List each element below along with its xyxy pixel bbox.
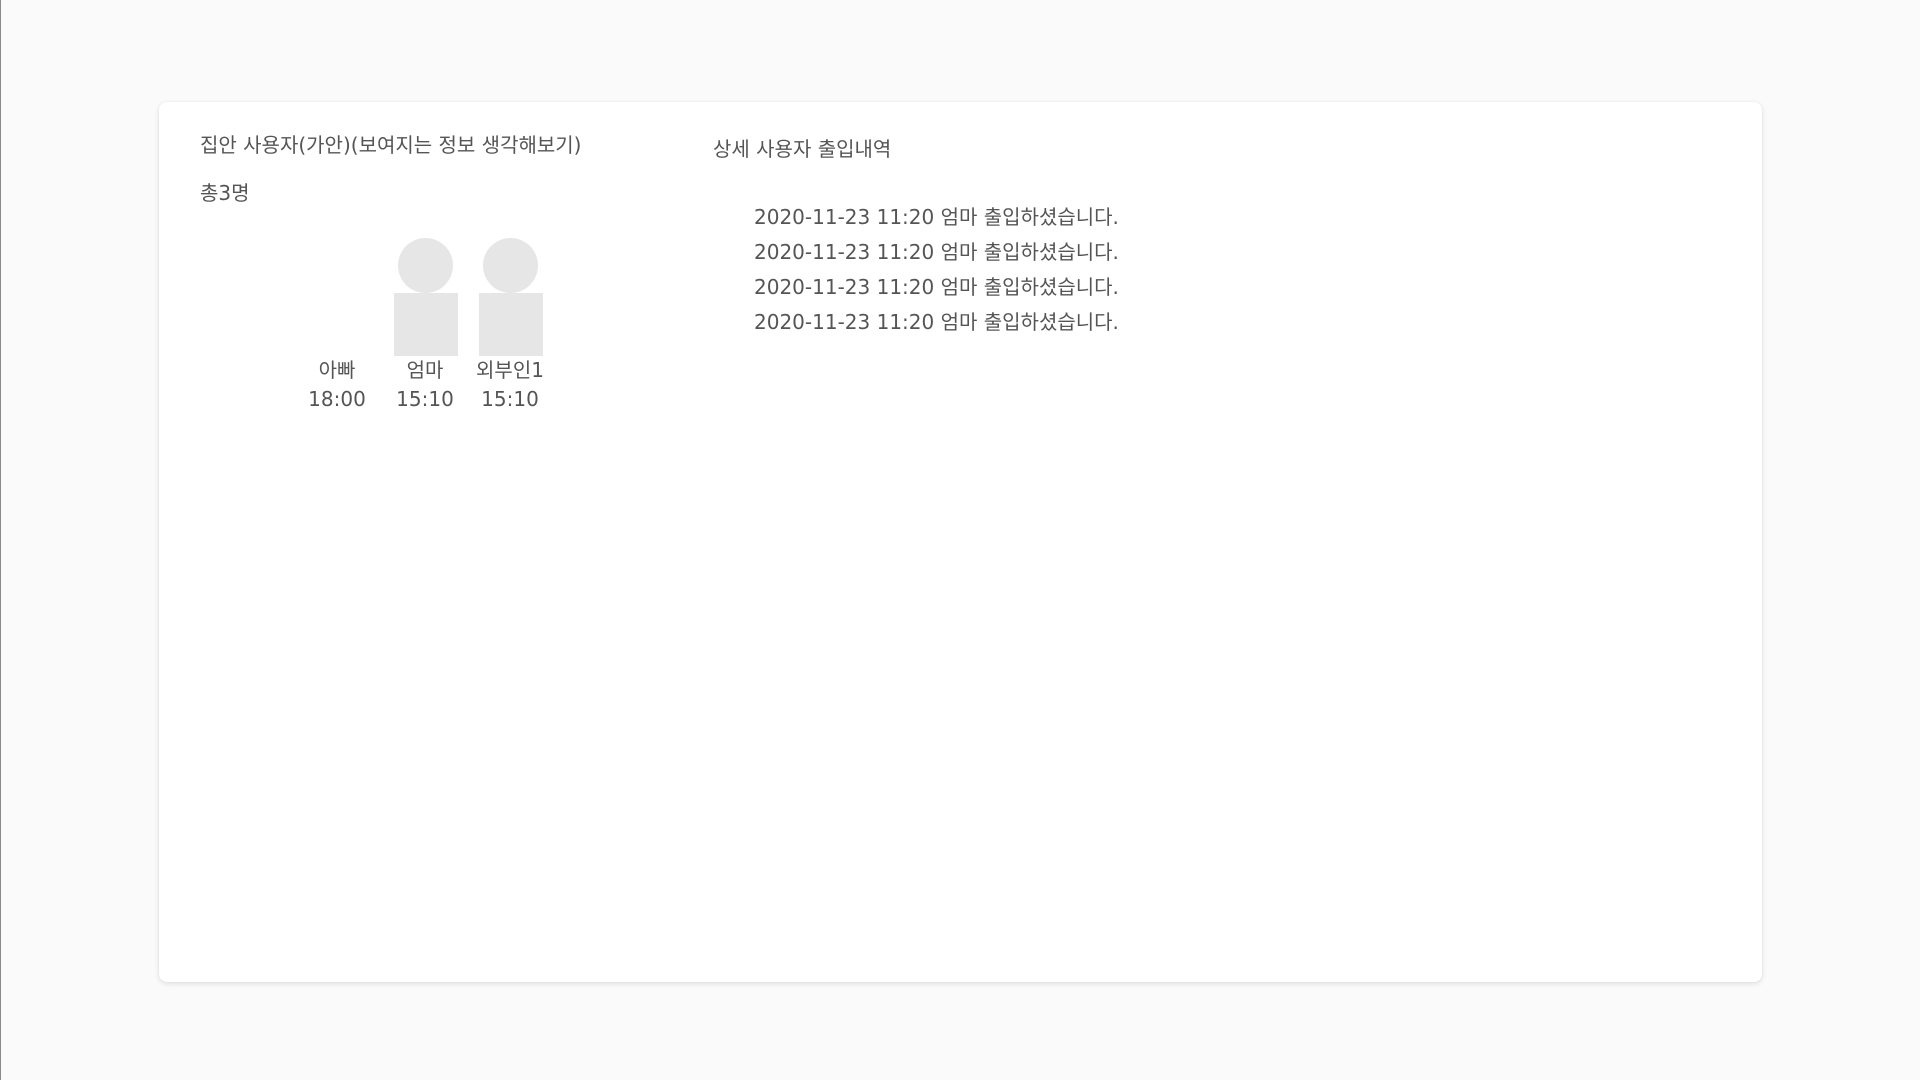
user-name: 엄마 xyxy=(406,358,444,382)
avatar-head xyxy=(398,238,453,293)
access-log-item: 2020-11-23 11:20 엄마 출입하셨습니다. xyxy=(754,275,1119,299)
user-name: 외부인1 xyxy=(476,358,544,382)
avatar-placeholder xyxy=(380,236,470,356)
access-log-title: 상세 사용자 출입내역 xyxy=(713,137,892,161)
user-card-dad[interactable]: 아빠 18:00 xyxy=(292,236,382,414)
user-time: 18:00 xyxy=(308,387,366,411)
access-log-item: 2020-11-23 11:20 엄마 출입하셨습니다. xyxy=(754,310,1119,334)
avatar-head xyxy=(483,238,538,293)
window-left-border xyxy=(0,0,1,1080)
user-time: 15:10 xyxy=(481,387,539,411)
access-log-item: 2020-11-23 11:20 엄마 출입하셨습니다. xyxy=(754,205,1119,229)
user-card-guest[interactable]: 외부인1 15:10 xyxy=(465,236,555,414)
total-user-count: 총3명 xyxy=(200,181,250,205)
avatar-placeholder xyxy=(465,236,555,356)
home-users-title: 집안 사용자(가안)(보여지는 정보 생각해보기) xyxy=(200,133,582,157)
user-card-mom[interactable]: 엄마 15:10 xyxy=(380,236,470,414)
avatar-body xyxy=(394,293,458,356)
access-log-list: 2020-11-23 11:20 엄마 출입하셨습니다. 2020-11-23 … xyxy=(754,200,1119,340)
user-name: 아빠 xyxy=(318,358,356,382)
user-time: 15:10 xyxy=(396,387,454,411)
avatar-body xyxy=(479,293,543,356)
access-log-item: 2020-11-23 11:20 엄마 출입하셨습니다. xyxy=(754,240,1119,264)
